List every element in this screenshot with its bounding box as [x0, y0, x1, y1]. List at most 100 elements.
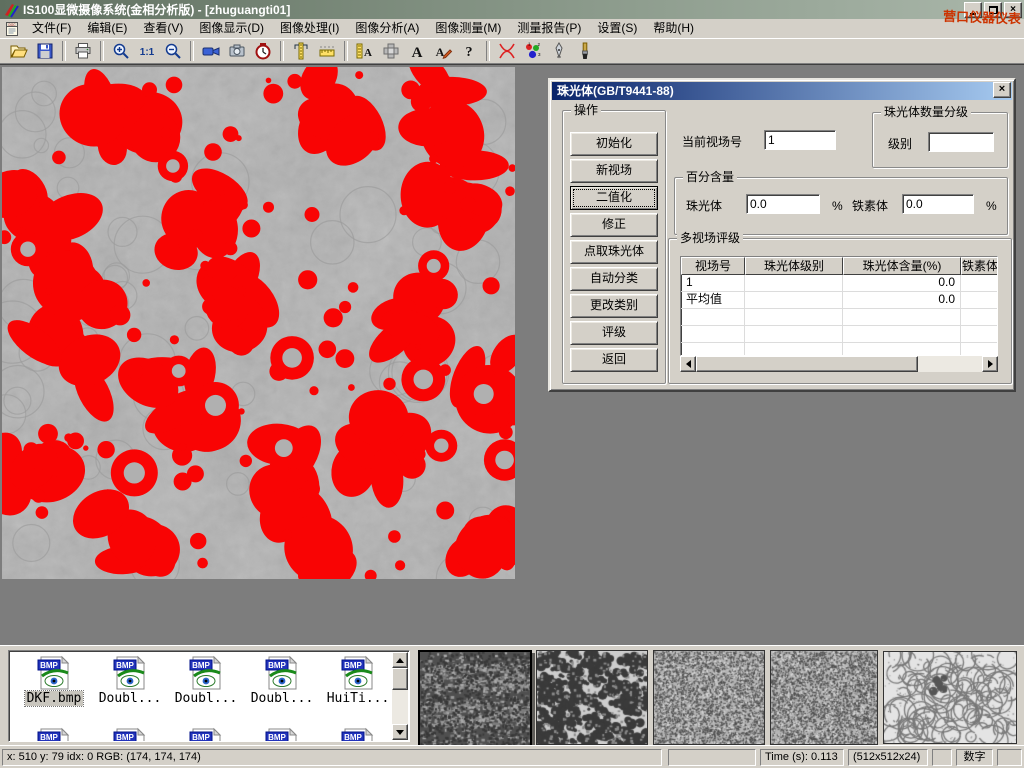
- caliper-icon[interactable]: [289, 40, 313, 62]
- dialog-title: 珠光体(GB/T9441-88): [552, 82, 1012, 100]
- op-button-4[interactable]: 修正: [570, 213, 658, 237]
- measure-text-icon[interactable]: A: [353, 40, 377, 62]
- file-item-clipped[interactable]: BMP: [93, 727, 167, 742]
- pearlite-percent-input[interactable]: [746, 194, 820, 214]
- toolbar-separator: [190, 41, 194, 61]
- zoom-out-icon[interactable]: [161, 40, 185, 62]
- toolbar-separator: [100, 41, 104, 61]
- table-cell: [745, 292, 843, 308]
- thumbnail-coarse-blobs[interactable]: [536, 650, 648, 745]
- svg-text:BMP: BMP: [116, 661, 134, 670]
- ruler-icon[interactable]: [315, 40, 339, 62]
- svg-text:BMP: BMP: [192, 661, 210, 670]
- file-item-clipped[interactable]: BMP: [169, 727, 243, 742]
- op-button-9[interactable]: 返回: [570, 348, 658, 372]
- paint-brush-icon[interactable]: [573, 40, 597, 62]
- help-icon[interactable]: ?: [457, 40, 481, 62]
- menu-item[interactable]: 图像处理(I): [272, 19, 347, 38]
- table-row[interactable]: [681, 326, 997, 343]
- table-header[interactable]: 视场号: [681, 257, 745, 275]
- file-item-clipped[interactable]: BMP: [17, 727, 91, 742]
- pearlite-dialog: 珠光体(GB/T9441-88) × 操作 初始化新视场二值化修正点取珠光体自动…: [548, 78, 1016, 392]
- thumbnail-banded-dark[interactable]: [418, 650, 532, 747]
- op-button-7[interactable]: 更改类别: [570, 294, 658, 318]
- svg-text:A: A: [364, 47, 372, 59]
- file-item-clipped[interactable]: BMP: [245, 727, 319, 742]
- save-icon[interactable]: [33, 40, 57, 62]
- op-button-8[interactable]: 评级: [570, 321, 658, 345]
- dialog-close-icon[interactable]: ×: [993, 82, 1011, 98]
- file-list[interactable]: BMPDKF.bmpBMPDoubl...BMPDoubl...BMPDoubl…: [8, 650, 410, 742]
- annotate-icon[interactable]: A: [431, 40, 455, 62]
- close-button[interactable]: ×: [1004, 2, 1022, 18]
- op-button-2[interactable]: 新视场: [570, 159, 658, 183]
- svg-text:DOC: DOC: [8, 22, 16, 26]
- table-header[interactable]: 铁素体含量(%): [961, 257, 998, 275]
- table-row[interactable]: [681, 343, 997, 356]
- scroll-down-icon[interactable]: [396, 730, 404, 739]
- op-button-6[interactable]: 自动分类: [570, 267, 658, 291]
- print-icon[interactable]: [71, 40, 95, 62]
- status-mode: 数字: [956, 749, 993, 766]
- thumbnail-fine-speckle[interactable]: [653, 650, 765, 745]
- op-button-5[interactable]: 点取珠光体: [570, 240, 658, 264]
- restore-button[interactable]: [984, 2, 1002, 18]
- menu-bar: DOC 文件(F)编辑(E)查看(V)图像显示(D)图像处理(I)图像分析(A)…: [0, 19, 1024, 38]
- classify-icon[interactable]: 123: [521, 40, 545, 62]
- timer-icon[interactable]: [251, 40, 275, 62]
- open-file-icon[interactable]: [7, 40, 31, 62]
- menu-bar-items: 文件(F)编辑(E)查看(V)图像显示(D)图像处理(I)图像分析(A)图像测量…: [24, 19, 702, 38]
- thumbnail-graphite-flakes[interactable]: [883, 651, 1017, 744]
- app-icon: [3, 2, 19, 18]
- scroll-right-icon[interactable]: [988, 360, 997, 368]
- table-header[interactable]: 珠光体级别: [745, 257, 843, 275]
- table-row[interactable]: 平均值0.0: [681, 292, 997, 309]
- table-row[interactable]: [681, 309, 997, 326]
- file-item[interactable]: BMPDoubl...: [93, 655, 167, 706]
- file-label: DKF.bmp: [25, 691, 84, 706]
- table-header[interactable]: 珠光体含量(%): [843, 257, 961, 275]
- toolbar: 1:1AAA?123: [0, 38, 1024, 64]
- menu-item[interactable]: 测量报告(P): [509, 19, 589, 38]
- file-item[interactable]: BMPDoubl...: [169, 655, 243, 706]
- ferrite-percent-input[interactable]: [902, 194, 974, 214]
- grid-icon[interactable]: [379, 40, 403, 62]
- file-item[interactable]: BMPHuiTi...: [321, 655, 395, 706]
- op-button-1[interactable]: 初始化: [570, 132, 658, 156]
- file-label: Doubl...: [249, 691, 316, 706]
- menu-item[interactable]: 图像分析(A): [347, 19, 427, 38]
- current-view-input[interactable]: [764, 130, 836, 150]
- grade-input[interactable]: [928, 132, 994, 152]
- thumbnail-fine-speckle-2[interactable]: [770, 650, 878, 745]
- file-item[interactable]: BMPDoubl...: [245, 655, 319, 706]
- file-item-clipped[interactable]: BMP: [321, 727, 395, 742]
- zoom-in-icon[interactable]: [109, 40, 133, 62]
- photo-camera-icon[interactable]: [225, 40, 249, 62]
- scroll-left-icon[interactable]: [682, 360, 691, 368]
- multiview-table[interactable]: 视场号珠光体级别珠光体含量(%)铁素体含量(%) 10.0平均值0.0: [680, 256, 998, 356]
- video-camera-icon[interactable]: [199, 40, 223, 62]
- file-item[interactable]: BMPDKF.bmp: [17, 655, 91, 706]
- svg-text:3: 3: [538, 52, 541, 57]
- menu-item[interactable]: 文件(F): [24, 19, 79, 38]
- table-row[interactable]: 10.0: [681, 275, 997, 292]
- op-button-3[interactable]: 二值化: [570, 186, 658, 210]
- actual-size-icon[interactable]: 1:1: [135, 40, 159, 62]
- curve-tool-icon[interactable]: [495, 40, 519, 62]
- text-icon[interactable]: A: [405, 40, 429, 62]
- menu-item[interactable]: 图像显示(D): [191, 19, 272, 38]
- file-panel: BMPDKF.bmpBMPDoubl...BMPDoubl...BMPDoubl…: [0, 645, 1024, 745]
- ink-pen-icon[interactable]: [547, 40, 571, 62]
- table-hscrollbar[interactable]: [680, 356, 998, 372]
- table-cell: [961, 343, 998, 356]
- menu-item[interactable]: 编辑(E): [79, 19, 135, 38]
- menu-item[interactable]: 查看(V): [135, 19, 191, 38]
- metallograph-image[interactable]: [2, 67, 515, 579]
- menu-item[interactable]: 图像测量(M): [427, 19, 509, 38]
- menu-item[interactable]: 帮助(H): [645, 19, 702, 38]
- menu-item[interactable]: 设置(S): [589, 19, 645, 38]
- scroll-up-icon[interactable]: [396, 654, 404, 663]
- svg-text:A: A: [412, 45, 423, 61]
- percent-group-label: 百分含量: [683, 170, 737, 184]
- minimize-button[interactable]: [964, 2, 982, 18]
